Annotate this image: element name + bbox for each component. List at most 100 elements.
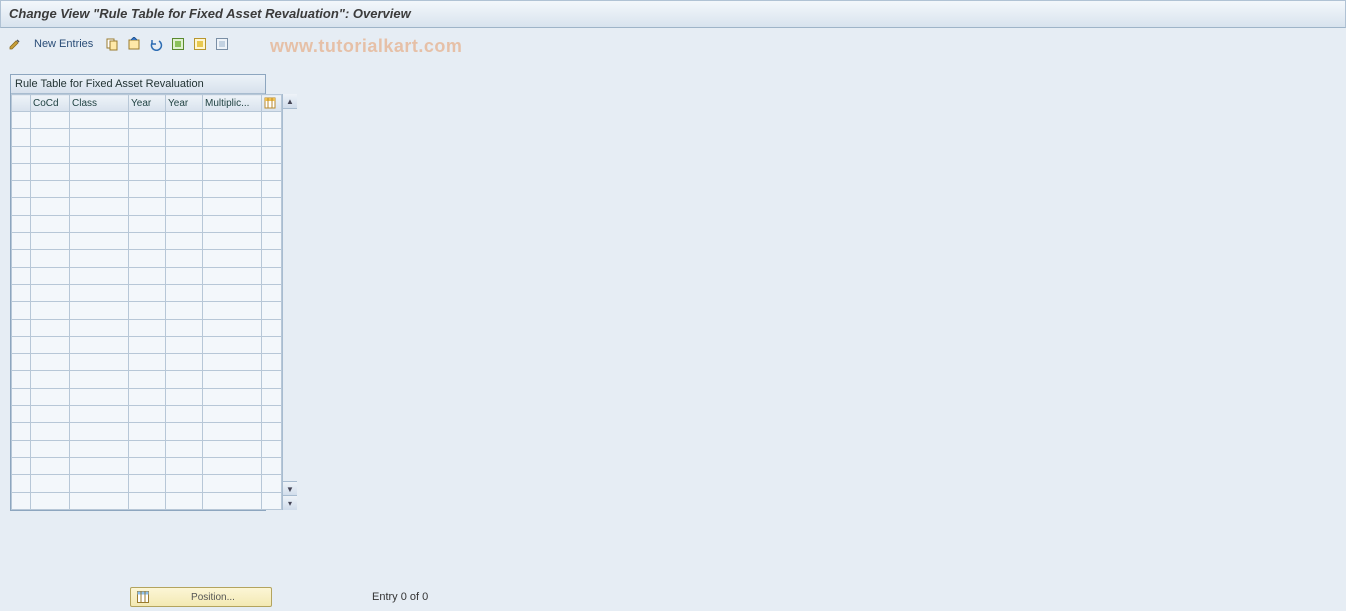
cell[interactable] [70, 475, 129, 492]
cell[interactable] [70, 457, 129, 474]
cell[interactable] [129, 163, 166, 180]
cell[interactable] [203, 198, 262, 215]
row-selector[interactable] [12, 336, 31, 353]
cell[interactable] [203, 440, 262, 457]
cell[interactable] [166, 423, 203, 440]
cell[interactable] [31, 457, 70, 474]
cell[interactable] [129, 492, 166, 509]
cell[interactable] [203, 215, 262, 232]
col-year2[interactable]: Year [166, 95, 203, 112]
vertical-scrollbar[interactable]: ▲ ▼ ▾ [282, 94, 283, 510]
cell[interactable] [129, 215, 166, 232]
cell[interactable] [129, 371, 166, 388]
cell[interactable] [31, 475, 70, 492]
cell[interactable] [166, 475, 203, 492]
cell[interactable] [203, 423, 262, 440]
row-selector[interactable] [12, 233, 31, 250]
table-row[interactable] [12, 146, 282, 163]
cell[interactable] [166, 163, 203, 180]
row-selector[interactable] [12, 354, 31, 371]
cell[interactable] [70, 112, 129, 129]
select-all-icon[interactable] [169, 35, 187, 53]
cell[interactable] [31, 492, 70, 509]
select-block-icon[interactable] [191, 35, 209, 53]
cell[interactable] [31, 354, 70, 371]
cell[interactable] [70, 406, 129, 423]
table-row[interactable] [12, 181, 282, 198]
cell[interactable] [31, 284, 70, 301]
cell[interactable] [129, 112, 166, 129]
cell[interactable] [203, 354, 262, 371]
row-selector[interactable] [12, 267, 31, 284]
row-selector[interactable] [12, 302, 31, 319]
table-row[interactable] [12, 354, 282, 371]
cell[interactable] [70, 250, 129, 267]
copy-icon[interactable] [103, 35, 121, 53]
cell[interactable] [129, 440, 166, 457]
row-selector[interactable] [12, 457, 31, 474]
cell[interactable] [31, 423, 70, 440]
cell[interactable] [166, 284, 203, 301]
cell[interactable] [129, 181, 166, 198]
cell[interactable] [31, 371, 70, 388]
cell[interactable] [203, 492, 262, 509]
col-cocd[interactable]: CoCd [31, 95, 70, 112]
cell[interactable] [31, 181, 70, 198]
cell[interactable] [203, 388, 262, 405]
cell[interactable] [203, 302, 262, 319]
cell[interactable] [166, 354, 203, 371]
undo-icon[interactable] [147, 35, 165, 53]
table-row[interactable] [12, 457, 282, 474]
cell[interactable] [166, 267, 203, 284]
row-selector[interactable] [12, 284, 31, 301]
table-row[interactable] [12, 440, 282, 457]
cell[interactable] [31, 267, 70, 284]
cell[interactable] [70, 492, 129, 509]
cell[interactable] [166, 440, 203, 457]
row-selector[interactable] [12, 371, 31, 388]
cell[interactable] [166, 198, 203, 215]
table-row[interactable] [12, 319, 282, 336]
row-selector[interactable] [12, 250, 31, 267]
row-selector[interactable] [12, 475, 31, 492]
cell[interactable] [31, 302, 70, 319]
table-row[interactable] [12, 423, 282, 440]
cell[interactable] [31, 440, 70, 457]
row-selector[interactable] [12, 319, 31, 336]
row-selector[interactable] [12, 440, 31, 457]
cell[interactable] [129, 319, 166, 336]
column-config-icon[interactable] [262, 95, 282, 112]
cell[interactable] [203, 146, 262, 163]
table-row[interactable] [12, 475, 282, 492]
cell[interactable] [70, 267, 129, 284]
col-year1[interactable]: Year [129, 95, 166, 112]
row-selector[interactable] [12, 198, 31, 215]
col-multiplic[interactable]: Multiplic... [203, 95, 262, 112]
position-button[interactable]: Position... [130, 587, 272, 607]
cell[interactable] [203, 181, 262, 198]
cell[interactable] [129, 129, 166, 146]
cell[interactable] [129, 198, 166, 215]
cell[interactable] [31, 250, 70, 267]
cell[interactable] [31, 198, 70, 215]
cell[interactable] [203, 250, 262, 267]
cell[interactable] [70, 354, 129, 371]
col-class[interactable]: Class [70, 95, 129, 112]
table-row[interactable] [12, 406, 282, 423]
cell[interactable] [70, 371, 129, 388]
cell[interactable] [166, 336, 203, 353]
change-icon[interactable] [6, 35, 24, 53]
scroll-down-icon[interactable]: ▼ [283, 481, 297, 496]
row-selector[interactable] [12, 163, 31, 180]
delete-icon[interactable] [125, 35, 143, 53]
cell[interactable] [70, 198, 129, 215]
table-row[interactable] [12, 198, 282, 215]
cell[interactable] [31, 112, 70, 129]
cell[interactable] [129, 267, 166, 284]
cell[interactable] [129, 336, 166, 353]
cell[interactable] [166, 250, 203, 267]
cell[interactable] [70, 129, 129, 146]
cell[interactable] [166, 406, 203, 423]
cell[interactable] [70, 423, 129, 440]
cell[interactable] [70, 319, 129, 336]
